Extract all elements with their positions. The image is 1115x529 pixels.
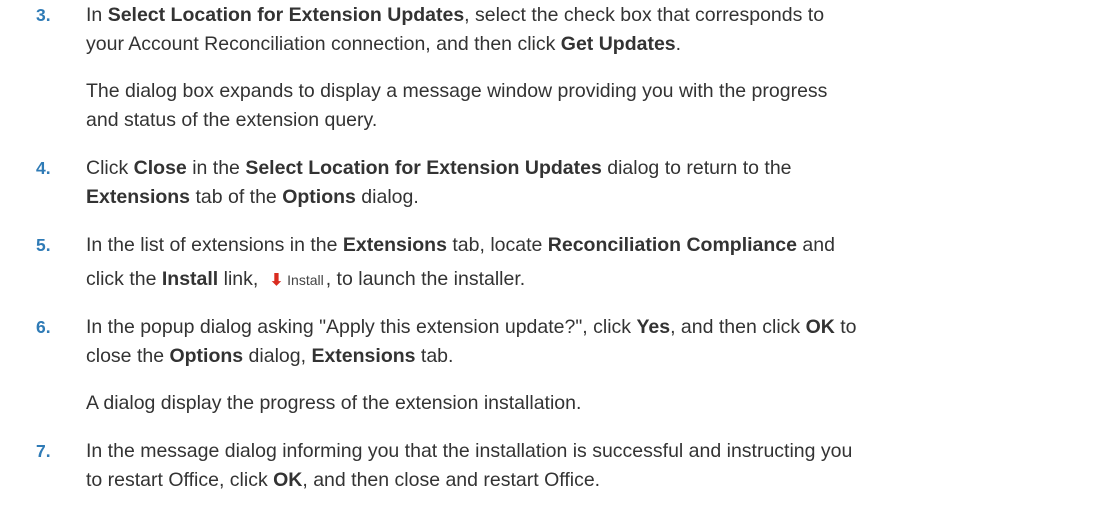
- text: , select the check box that corresponds …: [464, 4, 825, 26]
- text: tab, locate: [446, 234, 548, 256]
- text: click the: [86, 268, 162, 290]
- text: close the: [86, 345, 170, 367]
- step-3-line-1: In Select Location for Extension Updates…: [86, 4, 824, 27]
- step-5-line-2: click the Install link, ⬇ Install, to lau…: [86, 268, 525, 291]
- step-number: 4.: [36, 158, 51, 178]
- ui-term: Close: [133, 157, 187, 179]
- step-6-line-2: close the Options dialog, Extensions tab…: [86, 345, 453, 368]
- ui-term: Extensions: [311, 345, 416, 367]
- text: dialog,: [243, 345, 312, 367]
- text: and: [797, 234, 835, 256]
- text: tab.: [415, 345, 454, 367]
- ui-term: OK: [805, 316, 835, 338]
- text: In the popup dialog asking "Apply this e…: [86, 316, 637, 338]
- ui-term: Select Location for Extension Updates: [107, 4, 465, 26]
- ui-term: Options: [169, 345, 244, 367]
- step-number: 5.: [36, 235, 51, 255]
- ui-term: Install: [161, 268, 219, 290]
- text: In the list of extensions in the: [86, 234, 343, 256]
- ui-term: Yes: [636, 316, 671, 338]
- step-number: 6.: [36, 317, 51, 337]
- ui-term: Options: [282, 186, 356, 208]
- step-number: 3.: [36, 5, 51, 25]
- step-3-line-2: your Account Reconciliation connection, …: [86, 33, 681, 56]
- text: your Account Reconciliation connection, …: [86, 33, 561, 55]
- text: , and then close and restart Office.: [302, 469, 601, 491]
- text: .: [675, 33, 682, 55]
- text: In: [86, 4, 108, 26]
- ui-term: Reconciliation Compliance: [547, 234, 797, 256]
- text: in the: [186, 157, 246, 179]
- text: to restart Office, click: [86, 469, 274, 491]
- step-7-line-2: to restart Office, click OK, and then cl…: [86, 469, 600, 492]
- step-3-result-line-2: and status of the extension query.: [86, 109, 378, 131]
- text: dialog.: [355, 186, 419, 208]
- ui-term: Extensions: [342, 234, 447, 256]
- step-6-line-1: In the popup dialog asking "Apply this e…: [86, 316, 857, 339]
- text: tab of the: [190, 186, 283, 208]
- step-6-result: A dialog display the progress of the ext…: [86, 392, 582, 414]
- download-arrow-icon: ⬇: [269, 272, 284, 289]
- install-link-image: ⬇ Install: [270, 270, 324, 290]
- ui-term: Get Updates: [560, 33, 676, 55]
- text: , and then click: [670, 316, 806, 338]
- ui-term: Select Location for Extension Updates: [245, 157, 602, 179]
- step-4-line-2: Extensions tab of the Options dialog.: [86, 186, 419, 209]
- step-4-line-1: Click Close in the Select Location for E…: [86, 157, 792, 180]
- document: 3. In Select Location for Extension Upda…: [0, 0, 1115, 529]
- step-7-line-1: In the message dialog informing you that…: [86, 440, 853, 462]
- text: dialog to return to the: [601, 157, 792, 179]
- install-image-label: Install: [287, 272, 324, 288]
- step-5-line-1: In the list of extensions in the Extensi…: [86, 234, 835, 257]
- step-3-result-line-1: The dialog box expands to display a mess…: [86, 80, 828, 102]
- ui-term: OK: [273, 469, 303, 491]
- text: to: [834, 316, 857, 338]
- text: Click: [86, 157, 134, 179]
- ui-term: Extensions: [86, 186, 191, 208]
- step-number: 7.: [36, 441, 51, 461]
- text: link,: [218, 268, 264, 290]
- text: , to launch the installer.: [325, 268, 526, 290]
